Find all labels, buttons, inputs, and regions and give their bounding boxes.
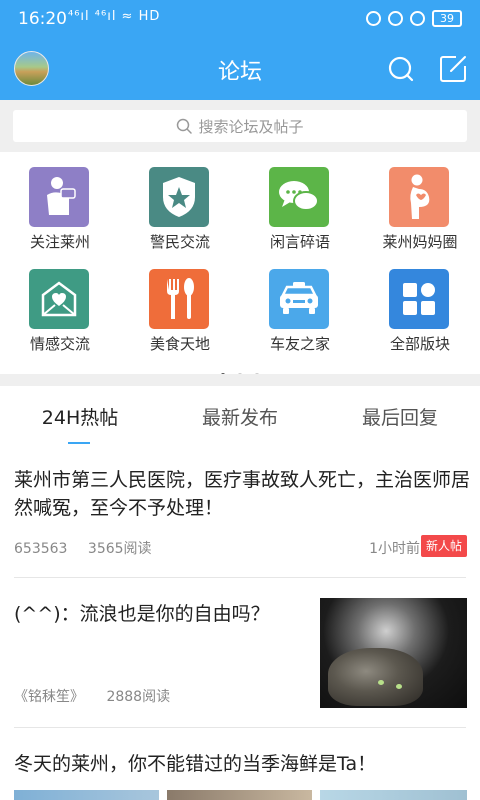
category-jingmin-jiaoliu[interactable]: 警民交流 xyxy=(120,152,240,252)
post-title: 冬天的莱州，你不能错过的当季海鲜是Ta！ xyxy=(14,753,377,775)
police-badge-icon xyxy=(149,167,209,227)
post-time: 1小时前 xyxy=(369,541,420,557)
status-icons: 39 xyxy=(366,8,462,28)
post-reads: 3565阅读 xyxy=(87,541,152,557)
search-input[interactable]: 搜索论坛及帖子 xyxy=(13,110,467,142)
post-author: 653563 xyxy=(14,541,68,557)
chat-bubbles-icon xyxy=(269,167,329,227)
cat-eye xyxy=(378,680,384,685)
post-meta: 《铭秣笙》 2888阅读 xyxy=(14,686,188,706)
grid-blocks-icon xyxy=(389,269,449,329)
category-meishi-tiandi[interactable]: 美食天地 xyxy=(120,254,240,354)
fork-spoon-icon xyxy=(149,269,209,329)
category-xianyan-suiyu[interactable]: 闲言碎语 xyxy=(240,152,360,252)
post-image xyxy=(167,790,312,800)
app-header: 论坛 xyxy=(0,36,480,100)
post-title: 莱州市第三人民医院，医疗事故致人死亡，主治医师居然喊冤，至今不予处理！ xyxy=(14,469,471,519)
category-label: 全部版块 xyxy=(389,335,450,353)
post-image xyxy=(320,790,467,800)
category-grid: 关注莱州 警民交流 闲言碎语 莱州妈妈圈 情感交流 美食天地 车友之家 全部版块 xyxy=(0,152,480,377)
compose-icon[interactable] xyxy=(440,55,467,82)
category-label: 莱州妈妈圈 xyxy=(382,233,458,251)
search-icon xyxy=(177,118,193,134)
post-reads: 2888阅读 xyxy=(106,689,171,705)
section-divider xyxy=(0,374,480,386)
cat-image xyxy=(328,648,423,706)
category-qinggan-jiaoliu[interactable]: 情感交流 xyxy=(0,254,120,354)
location-icon xyxy=(388,10,403,26)
car-icon xyxy=(269,269,329,329)
search-placeholder: 搜索论坛及帖子 xyxy=(198,117,304,136)
post-thumbnail xyxy=(320,598,467,708)
post-tabs: 24H热帖 最新发布 最后回复 xyxy=(0,386,480,446)
category-guanzhu-laizhou[interactable]: 关注莱州 xyxy=(0,152,120,252)
alarm-icon xyxy=(410,10,425,26)
category-label: 警民交流 xyxy=(149,233,210,251)
tab-underline xyxy=(68,442,90,444)
person-news-icon xyxy=(29,167,89,227)
status-bar: 16:20 ⁴⁶ıl ⁴⁶ıl ≈ HD 39 xyxy=(0,0,480,36)
search-icon[interactable] xyxy=(388,56,414,82)
post-item[interactable]: 冬天的莱州，你不能错过的当季海鲜是Ta！ xyxy=(0,728,480,800)
tab-latest[interactable]: 最新发布 xyxy=(160,403,320,430)
love-letter-icon xyxy=(29,269,89,329)
category-label: 情感交流 xyxy=(29,335,90,353)
tab-last-reply[interactable]: 最后回复 xyxy=(320,403,480,430)
post-meta: 653563 3565阅读 xyxy=(14,538,168,558)
cat-eye xyxy=(396,684,402,689)
search-bar: 搜索论坛及帖子 xyxy=(0,100,480,152)
post-item[interactable]: 莱州市第三人民医院，医疗事故致人死亡，主治医师居然喊冤，至今不予处理！ 6535… xyxy=(0,446,480,578)
pregnant-icon xyxy=(389,167,449,227)
post-image xyxy=(14,790,159,800)
category-label: 美食天地 xyxy=(149,335,210,353)
network-indicator: ⁴⁶ıl ⁴⁶ıl ≈ HD xyxy=(68,9,161,24)
post-title: (^^)：流浪也是你的自由吗？ xyxy=(14,603,270,625)
category-cheyou-zhijia[interactable]: 车友之家 xyxy=(240,254,360,354)
lock-icon xyxy=(366,10,381,26)
category-label: 闲言碎语 xyxy=(269,233,330,251)
category-label: 车友之家 xyxy=(269,335,330,353)
tab-24h-hot[interactable]: 24H热帖 xyxy=(0,403,160,430)
category-laizhou-mama[interactable]: 莱州妈妈圈 xyxy=(360,152,480,252)
post-item[interactable]: (^^)：流浪也是你的自由吗？ 《铭秣笙》 2888阅读 xyxy=(0,578,480,728)
post-author: 《铭秣笙》 xyxy=(14,689,84,705)
status-time: 16:20 xyxy=(18,9,67,29)
new-user-badge: 新人帖 xyxy=(420,535,467,557)
category-label: 关注莱州 xyxy=(29,233,90,251)
battery-indicator: 39 xyxy=(432,9,462,27)
category-quanbu-bankuai[interactable]: 全部版块 xyxy=(360,254,480,354)
